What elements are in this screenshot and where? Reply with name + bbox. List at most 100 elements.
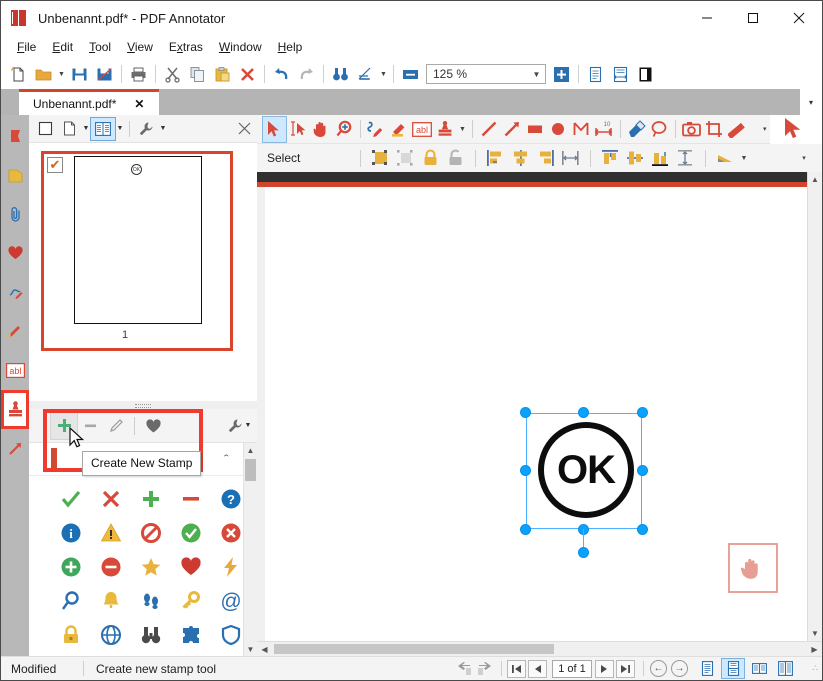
selection-handle-w[interactable]: [520, 465, 531, 476]
tool-highlighter[interactable]: [388, 117, 411, 142]
distribute-h-button[interactable]: [558, 146, 583, 170]
stamp-plus-circle[interactable]: [51, 550, 91, 584]
page-setup-caret[interactable]: ▼: [378, 62, 389, 86]
page-thumbnail[interactable]: OK: [74, 156, 202, 324]
panel-square-icon[interactable]: [33, 118, 57, 140]
cut-scissors-icon[interactable]: [160, 62, 185, 86]
stamp-footprints[interactable]: [131, 584, 171, 618]
tool-ruler[interactable]: [726, 117, 749, 142]
opacity-button[interactable]: [713, 146, 738, 170]
minimize-button[interactable]: [684, 1, 730, 35]
page-setup-icon[interactable]: [353, 62, 378, 86]
align-middle-button[interactable]: [623, 146, 648, 170]
maximize-button[interactable]: [730, 1, 776, 35]
sidebar-tab-stamps[interactable]: [1, 390, 29, 429]
menu-tool[interactable]: Tool: [81, 37, 119, 57]
tool-ellipse[interactable]: [546, 117, 569, 142]
stamp-minus[interactable]: [171, 482, 211, 516]
tool-snapshot[interactable]: [680, 117, 703, 142]
canvas-horizontal-scrollbar[interactable]: ◀ ▶: [257, 641, 822, 656]
document-tab-close-icon[interactable]: ✕: [134, 97, 144, 111]
print-icon[interactable]: [126, 62, 151, 86]
canvas-hscroll-thumb[interactable]: [274, 644, 554, 654]
undo-icon[interactable]: [269, 62, 294, 86]
recent-stamp-red-bar[interactable]: [51, 448, 57, 470]
history-back-button[interactable]: ←: [650, 660, 667, 677]
menu-help[interactable]: Help: [270, 37, 311, 57]
selection-handle-n[interactable]: [578, 407, 589, 418]
edit-stamp-button[interactable]: [103, 413, 129, 439]
sidebar-tab-scribble[interactable]: [1, 273, 29, 312]
scroll-thumb[interactable]: [245, 459, 256, 481]
sidebar-tab-bookmarks[interactable]: [1, 117, 29, 156]
canvas-scroll-up-icon[interactable]: ▲: [808, 172, 822, 187]
last-page-button[interactable]: [616, 660, 635, 678]
view-grid[interactable]: [774, 659, 796, 678]
delete-x-icon[interactable]: [235, 62, 260, 86]
align-left-button[interactable]: [483, 146, 508, 170]
canvas-scroll-right-icon[interactable]: ▶: [807, 642, 822, 656]
tool-textbox[interactable]: abl: [411, 117, 434, 142]
selection-handle-ne[interactable]: [637, 407, 648, 418]
thumbnail-checkbox[interactable]: ✔: [47, 157, 63, 173]
new-document-icon[interactable]: [6, 62, 31, 86]
selected-stamp-annotation[interactable]: OK: [518, 405, 650, 537]
zoom-dropdown-caret[interactable]: ▼: [528, 70, 545, 79]
annotation-toolbar-overflow[interactable]: ▾: [759, 117, 770, 142]
zoom-out-icon[interactable]: [398, 62, 423, 86]
resize-grip[interactable]: ∴: [806, 666, 818, 671]
menu-edit[interactable]: Edit: [44, 37, 81, 57]
stamp-minus-circle[interactable]: [91, 550, 131, 584]
fit-page-icon[interactable]: [583, 62, 608, 86]
tool-stamp[interactable]: [434, 117, 457, 142]
scroll-up-icon[interactable]: ▲: [244, 443, 257, 457]
stamp-magnifier[interactable]: [51, 584, 91, 618]
sidebar-tab-textbox[interactable]: abl: [1, 351, 29, 390]
tool-pen[interactable]: [364, 117, 387, 142]
stamp-panel-scrollbar[interactable]: ▲ ▼: [243, 443, 257, 656]
scroll-down-icon[interactable]: ▼: [244, 642, 257, 656]
full-screen-icon[interactable]: [633, 62, 658, 86]
tool-eraser[interactable]: [625, 117, 648, 142]
stamp-prohibited[interactable]: [131, 516, 171, 550]
tool-stamp-caret[interactable]: ▼: [457, 117, 468, 142]
copy-icon[interactable]: [185, 62, 210, 86]
group-button[interactable]: [368, 146, 393, 170]
align-center-h-button[interactable]: [508, 146, 533, 170]
zoom-in-icon[interactable]: [549, 62, 574, 86]
tool-arrow[interactable]: [500, 117, 523, 142]
previous-page-button[interactable]: [528, 660, 547, 678]
selection-handle-sw[interactable]: [520, 524, 531, 535]
tool-measure[interactable]: 10: [593, 117, 616, 142]
tool-zoom[interactable]: [332, 117, 355, 142]
sidebar-tab-pages[interactable]: [1, 156, 29, 195]
sidebar-tab-arrow[interactable]: [1, 429, 29, 468]
zoom-combobox[interactable]: 125 % ▼: [426, 64, 546, 84]
view-facing[interactable]: [748, 659, 770, 678]
panel-page-icon[interactable]: [57, 118, 81, 140]
redo-icon[interactable]: [294, 62, 319, 86]
open-folder-icon[interactable]: [31, 62, 56, 86]
canvas-vertical-scrollbar[interactable]: ▲ ▼: [807, 172, 822, 641]
stamp-lock[interactable]: [51, 618, 91, 652]
rotation-handle[interactable]: [578, 547, 589, 558]
stamp-warning-triangle[interactable]: [91, 516, 131, 550]
stamp-puzzle[interactable]: [171, 618, 211, 652]
tool-hand[interactable]: [309, 117, 332, 142]
sidebar-tab-attachments[interactable]: [1, 195, 29, 234]
stamp-settings-button[interactable]: ▼: [227, 415, 257, 437]
opacity-caret[interactable]: ▼: [738, 146, 750, 171]
view-continuous[interactable]: [722, 659, 744, 678]
first-page-button[interactable]: [507, 660, 526, 678]
stamp-bell[interactable]: [91, 584, 131, 618]
align-right-button[interactable]: [533, 146, 558, 170]
selection-handle-nw[interactable]: [520, 407, 531, 418]
panel-wrench-caret[interactable]: ▼: [158, 118, 168, 140]
context-toolbar-overflow[interactable]: ▾: [798, 146, 810, 171]
menu-file[interactable]: File: [9, 37, 44, 57]
stamp-star[interactable]: [131, 550, 171, 584]
view-single-page[interactable]: [696, 659, 718, 678]
stamp-binoculars[interactable]: [131, 618, 171, 652]
save-icon[interactable]: [67, 62, 92, 86]
collapse-chevron-icon[interactable]: ⌃: [222, 453, 231, 462]
